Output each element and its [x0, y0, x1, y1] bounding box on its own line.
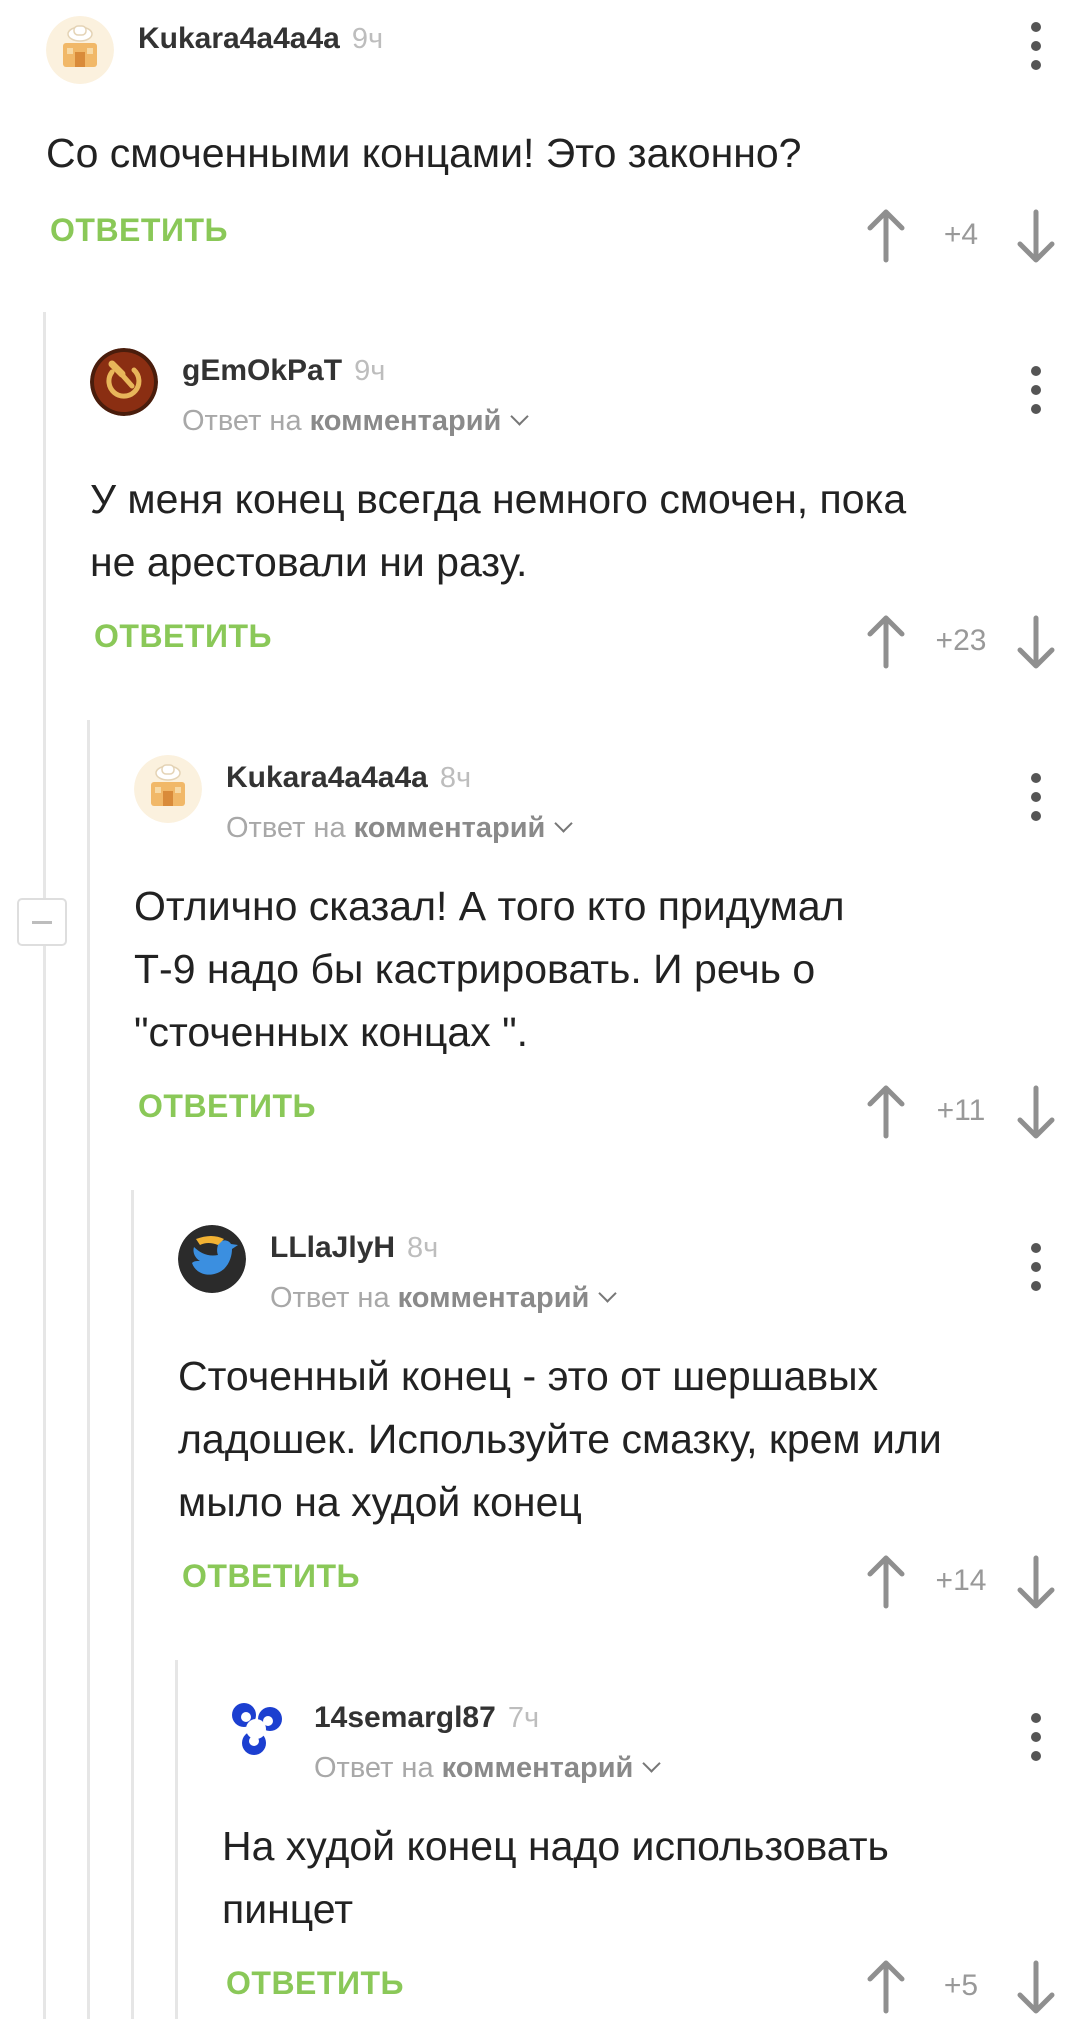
hammer-sickle-avatar-icon[interactable] [90, 348, 158, 416]
vote-controls: +14 [866, 1554, 1056, 1614]
chevron-down-icon [510, 407, 530, 426]
comment-score: +11 [936, 1094, 986, 1127]
thread-line [43, 312, 46, 2019]
downvote-arrow-icon[interactable] [1016, 1959, 1056, 2015]
comment: Kukara4a4a4a 8ч Ответ на комментарий Отли… [134, 755, 1080, 1139]
comment-author[interactable]: Kukara4a4a4a 8ч [226, 761, 471, 795]
comment: gEmOkPaT 9ч Ответ на комментарий У меня к… [90, 348, 1080, 669]
comment-text: Со смоченными концами! Это законно? [46, 130, 802, 176]
reply-button[interactable]: ОТВЕТИТЬ [50, 212, 228, 249]
comment-text: Отлично сказал! А того кто придумал Т-9 … [134, 883, 845, 1055]
downvote-arrow-icon[interactable] [1016, 208, 1056, 264]
comment-score: +4 [943, 218, 979, 251]
comment-author[interactable]: 14semargl87 7ч [314, 1701, 539, 1735]
chevron-down-icon [598, 1284, 618, 1303]
reply-to-link[interactable]: Ответ на комментарий [182, 405, 530, 438]
reply-to-link[interactable]: Ответ на комментарий [314, 1752, 662, 1785]
comment-time: 8ч [407, 1232, 439, 1264]
more-options-icon[interactable] [1016, 1707, 1056, 1767]
reply-button[interactable]: ОТВЕТИТЬ [182, 1558, 360, 1595]
reply-button[interactable]: ОТВЕТИТЬ [138, 1088, 316, 1125]
comment-author[interactable]: Kukara4a4a4a 9ч [138, 22, 383, 56]
vote-controls: +5 [866, 1959, 1056, 2019]
house-avatar-icon[interactable] [134, 755, 202, 823]
more-options-icon[interactable] [1016, 1237, 1056, 1297]
comment-text: На худой конец надо использовать пинцет [222, 1823, 889, 1932]
comment-time: 7ч [507, 1702, 540, 1734]
upvote-arrow-icon[interactable] [866, 614, 906, 670]
upvote-arrow-icon[interactable] [866, 1084, 906, 1140]
upvote-arrow-icon[interactable] [866, 1959, 906, 2015]
downvote-arrow-icon[interactable] [1016, 1084, 1056, 1140]
chevron-down-icon [642, 1754, 662, 1773]
upvote-arrow-icon[interactable] [866, 1554, 906, 1610]
collapse-thread-button[interactable] [17, 898, 67, 946]
comment-author[interactable]: gEmOkPaT 9ч [182, 354, 385, 388]
comment: LLlaJlyH 8ч Ответ на комментарий Сточенны… [178, 1225, 1080, 1609]
reply-to-link[interactable]: Ответ на комментарий [270, 1282, 618, 1315]
downvote-arrow-icon[interactable] [1016, 614, 1056, 670]
thread-line [131, 1190, 134, 2019]
comment-time: 9ч [351, 23, 384, 55]
comment-time: 9ч [354, 355, 386, 387]
comment-score: +23 [935, 624, 987, 657]
blue-swirl-avatar-icon[interactable] [222, 1695, 290, 1763]
more-options-icon[interactable] [1016, 16, 1056, 76]
comment-score: +14 [935, 1564, 987, 1597]
thread-line [87, 720, 90, 2019]
comment: Kukara4a4a4a 9ч Со смоченными концами! Эт… [46, 16, 1080, 263]
comment-text: Сточенный конец - это от шершавых ладоше… [178, 1353, 942, 1525]
comment-time: 8ч [439, 762, 472, 794]
blue-bird-avatar-icon[interactable] [178, 1225, 246, 1293]
house-avatar-icon[interactable] [46, 16, 114, 84]
chevron-down-icon [554, 814, 574, 833]
vote-controls: +4 [866, 208, 1056, 268]
vote-controls: +11 [866, 1084, 1056, 1144]
reply-button[interactable]: ОТВЕТИТЬ [94, 618, 272, 655]
more-options-icon[interactable] [1016, 767, 1056, 827]
upvote-arrow-icon[interactable] [866, 208, 906, 264]
comment: 14semargl87 7ч Ответ на комментарий На ху… [222, 1695, 1080, 2019]
downvote-arrow-icon[interactable] [1016, 1554, 1056, 1610]
reply-to-link[interactable]: Ответ на комментарий [226, 812, 574, 845]
reply-button[interactable]: ОТВЕТИТЬ [226, 1965, 404, 2002]
thread-line [175, 1660, 178, 2019]
comment-score: +5 [943, 1969, 979, 2002]
vote-controls: +23 [866, 614, 1056, 674]
comment-author[interactable]: LLlaJlyH 8ч [270, 1231, 438, 1265]
more-options-icon[interactable] [1016, 360, 1056, 420]
comment-text: У меня конец всегда немного смочен, пока… [90, 476, 907, 585]
